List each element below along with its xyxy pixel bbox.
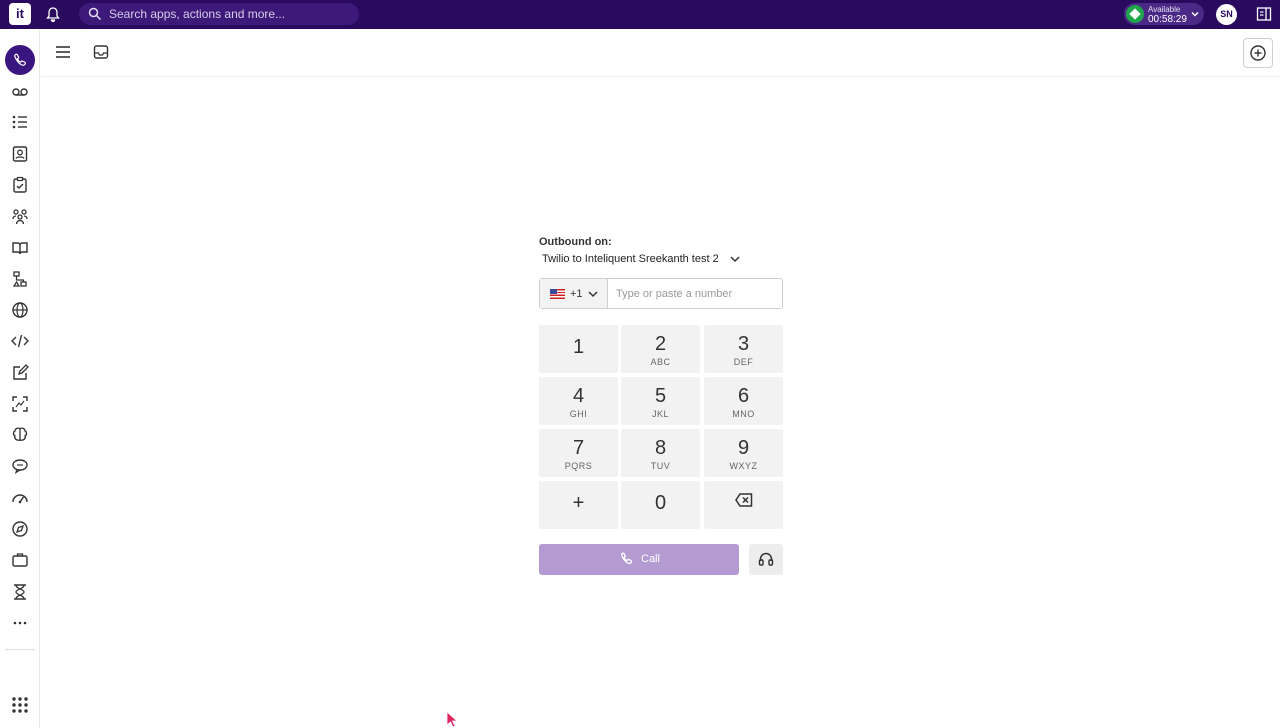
key-digit: 9 xyxy=(737,437,750,459)
agent-status-selector[interactable]: Available 00:58:29 xyxy=(1124,3,1204,25)
keypad-key-2[interactable]: 2 ABC xyxy=(621,325,700,373)
status-label: Available xyxy=(1148,5,1181,14)
keypad-key-9[interactable]: 9 WXYZ xyxy=(704,429,783,477)
brain-icon[interactable] xyxy=(11,426,29,444)
key-digit: 8 xyxy=(654,437,667,459)
key-letters: MNO xyxy=(732,409,755,419)
key-letters: DEF xyxy=(733,357,754,367)
mouse-cursor-icon xyxy=(446,711,458,728)
global-search[interactable]: Search apps, actions and more... xyxy=(79,3,359,25)
key-digit: 0 xyxy=(654,492,667,514)
search-icon xyxy=(88,7,102,21)
key-letters: JKL xyxy=(651,409,669,419)
chevron-down-icon[interactable] xyxy=(729,254,741,264)
chat-icon[interactable] xyxy=(11,457,29,475)
clipboard-check-icon[interactable] xyxy=(11,176,29,194)
phone-number-row: +1 xyxy=(539,278,783,309)
key-digit: 4 xyxy=(572,385,585,407)
compass-icon[interactable] xyxy=(11,520,29,538)
chevron-down-icon xyxy=(588,291,598,298)
hourglass-icon[interactable] xyxy=(11,583,29,601)
code-icon[interactable] xyxy=(11,332,29,350)
top-bar: it Search apps, actions and more... Avai… xyxy=(0,0,1280,29)
keypad-key-plus[interactable]: + xyxy=(539,481,618,529)
headset-button[interactable] xyxy=(749,544,783,575)
flow-icon[interactable] xyxy=(11,270,29,288)
country-code: +1 xyxy=(570,288,583,300)
phone-icon xyxy=(14,53,26,66)
backspace-button[interactable] xyxy=(704,481,783,529)
key-digit: 1 xyxy=(572,336,585,358)
team-icon[interactable] xyxy=(11,207,29,225)
available-status-icon xyxy=(1126,5,1144,23)
keypad-key-7[interactable]: 7 PQRS xyxy=(539,429,618,477)
status-timer: 00:58:29 xyxy=(1148,14,1187,25)
key-digit: 6 xyxy=(737,385,750,407)
outbound-line-selector[interactable]: Twilio to Inteliquent Sreekanth test 2 xyxy=(542,253,719,265)
phone-number-input[interactable] xyxy=(610,279,782,308)
user-avatar[interactable]: SN xyxy=(1216,4,1237,25)
side-panel-icon[interactable] xyxy=(1256,6,1272,22)
inbox-icon[interactable] xyxy=(93,44,109,60)
key-digit: 7 xyxy=(572,437,585,459)
country-code-select[interactable]: +1 xyxy=(540,279,608,308)
outbound-label: Outbound on: xyxy=(539,236,612,248)
keypad-key-6[interactable]: 6 MNO xyxy=(704,377,783,425)
keypad-key-3[interactable]: 3 DEF xyxy=(704,325,783,373)
key-letters: ABC xyxy=(650,357,671,367)
key-letters: PQRS xyxy=(564,461,593,471)
list-icon[interactable] xyxy=(11,113,29,131)
sidebar-divider xyxy=(5,649,35,650)
search-placeholder: Search apps, actions and more... xyxy=(109,7,286,21)
key-digit: 3 xyxy=(737,333,750,355)
contacts-icon[interactable] xyxy=(11,145,29,163)
menu-icon[interactable] xyxy=(55,45,71,59)
scan-icon[interactable] xyxy=(11,395,29,413)
backspace-icon xyxy=(734,493,752,507)
chevron-down-icon xyxy=(1191,12,1199,17)
key-digit: + xyxy=(572,492,585,514)
key-letters: TUV xyxy=(650,461,671,471)
key-digit: 2 xyxy=(654,333,667,355)
left-sidebar xyxy=(0,29,40,728)
keypad-key-4[interactable]: 4 GHI xyxy=(539,377,618,425)
content-header xyxy=(41,29,1280,77)
keypad-key-5[interactable]: 5 JKL xyxy=(621,377,700,425)
gauge-icon[interactable] xyxy=(11,489,29,507)
keypad-key-8[interactable]: 8 TUV xyxy=(621,429,700,477)
plus-circle-icon xyxy=(1250,45,1266,61)
keypad-key-0[interactable]: 0 xyxy=(621,481,700,529)
phone-icon xyxy=(620,552,633,565)
add-button[interactable] xyxy=(1243,38,1273,68)
voicemail-icon[interactable] xyxy=(11,83,29,101)
apps-grid-icon[interactable] xyxy=(11,696,29,714)
book-icon[interactable] xyxy=(11,239,29,257)
edit-icon[interactable] xyxy=(11,364,29,382)
globe-icon[interactable] xyxy=(11,301,29,319)
briefcase-icon[interactable] xyxy=(11,551,29,569)
us-flag-icon xyxy=(550,289,565,299)
keypad-key-1[interactable]: 1 xyxy=(539,325,618,373)
more-icon[interactable] xyxy=(11,614,29,632)
app-logo[interactable]: it xyxy=(9,3,31,25)
call-label: Call xyxy=(641,553,660,565)
call-button[interactable]: Call xyxy=(539,544,739,575)
key-letters: GHI xyxy=(569,409,588,419)
bell-icon[interactable] xyxy=(44,6,62,24)
headset-icon xyxy=(758,552,774,566)
key-digit: 5 xyxy=(654,385,667,407)
sidebar-item-phone[interactable] xyxy=(5,45,35,75)
key-letters: WXYZ xyxy=(729,461,758,471)
